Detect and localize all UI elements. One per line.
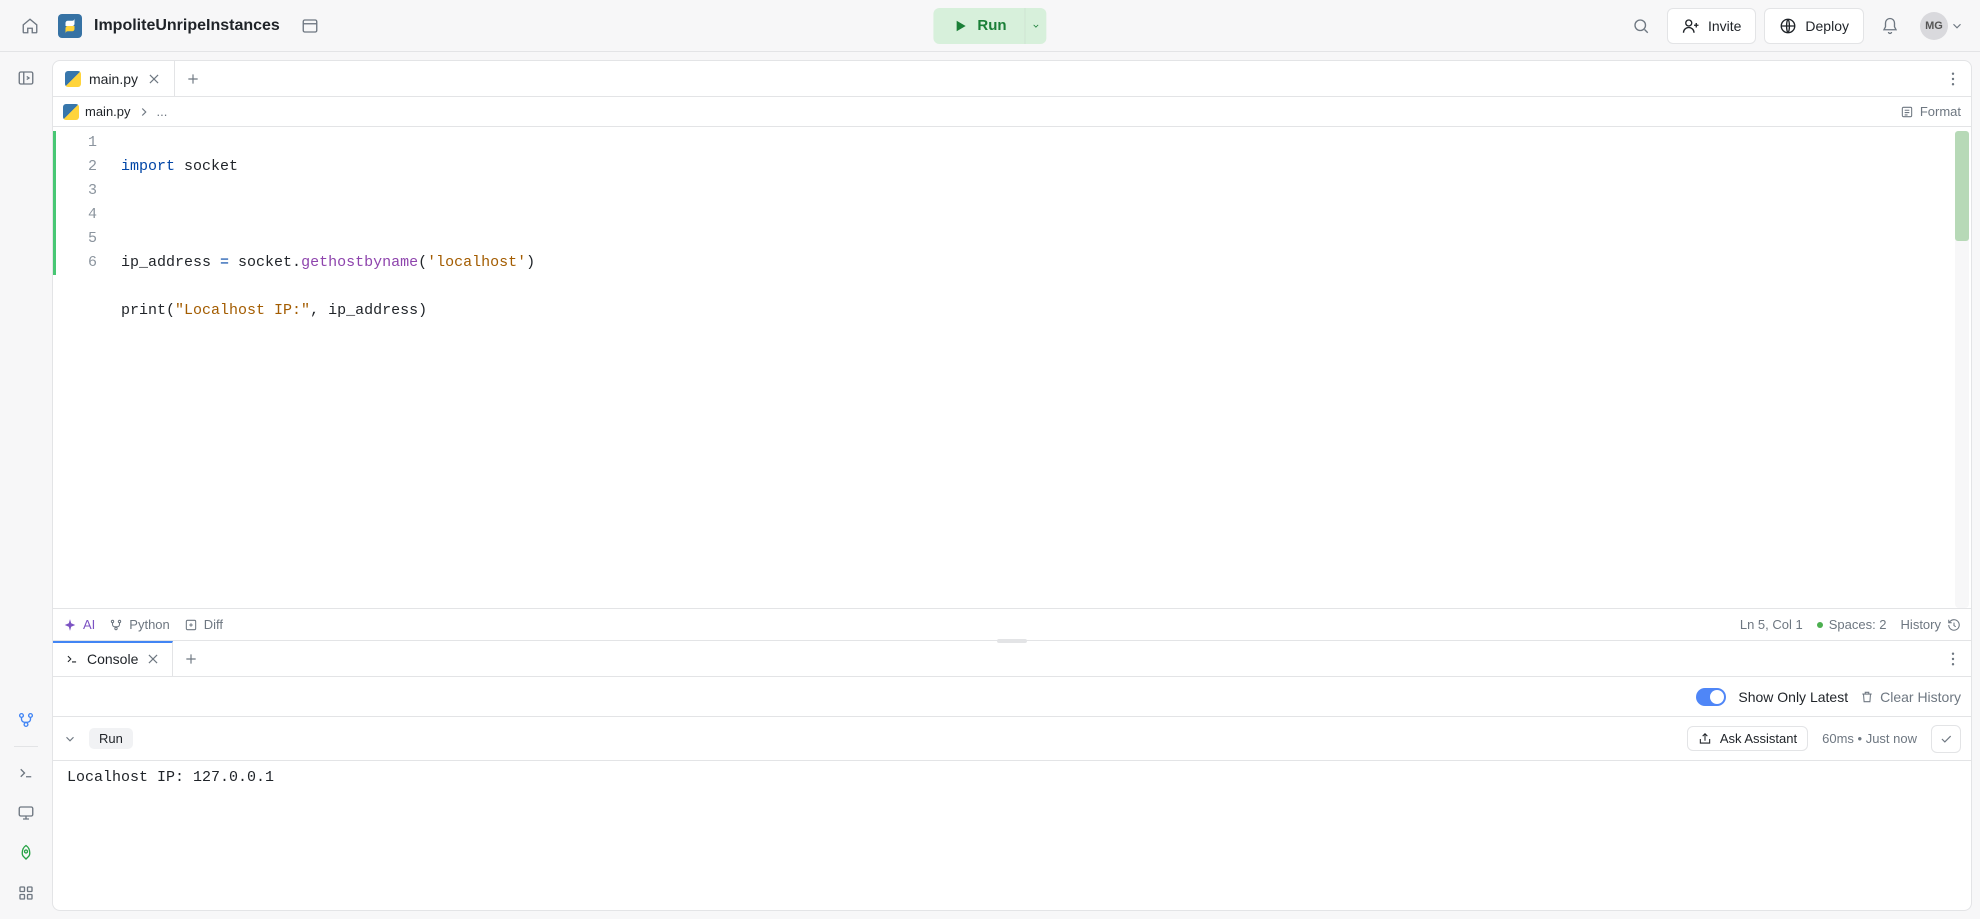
rail-git-button[interactable] (8, 702, 44, 738)
invite-label: Invite (1708, 18, 1741, 34)
search-icon (1632, 17, 1650, 35)
code-editor[interactable]: import socket ip_address = socket.gethos… (107, 127, 1955, 608)
console-tab-label: Console (87, 651, 138, 667)
apps-grid-icon (17, 884, 35, 902)
new-tab-button[interactable] (175, 61, 211, 97)
deploy-button[interactable]: Deploy (1764, 8, 1864, 44)
sparkle-icon (63, 618, 77, 632)
crumb-filename[interactable]: main.py (85, 104, 131, 119)
python-icon (63, 104, 79, 120)
more-vertical-icon (1944, 650, 1962, 668)
deploy-label: Deploy (1805, 18, 1849, 34)
show-only-latest-toggle[interactable] (1696, 688, 1726, 706)
tab-filename: main.py (89, 71, 138, 87)
plus-icon (184, 652, 198, 666)
editor-statusbar: AI Python Diff Ln 5, Col 1 Spaces: 2 His… (53, 608, 1971, 640)
plus-icon (186, 72, 200, 86)
editor-tab[interactable]: main.py (53, 61, 175, 96)
close-icon (147, 72, 161, 86)
share-icon (1698, 732, 1712, 746)
sidebar-toggle-icon (17, 69, 35, 87)
format-label: Format (1920, 104, 1961, 119)
close-console-tab[interactable] (146, 652, 160, 666)
chevron-down-icon (1950, 19, 1964, 33)
show-only-latest-label: Show Only Latest (1738, 689, 1848, 705)
account-menu[interactable]: MG (1916, 10, 1968, 42)
search-button[interactable] (1623, 8, 1659, 44)
language-logo (58, 14, 82, 38)
diff-icon (184, 618, 198, 632)
run-badge: Run (89, 728, 133, 749)
status-diff[interactable]: Diff (184, 617, 223, 632)
toggle-sidebar-button[interactable] (8, 60, 44, 96)
invite-icon (1682, 17, 1700, 35)
status-python[interactable]: Python (109, 617, 169, 632)
chevron-down-icon (1032, 19, 1041, 33)
tab-overflow-button[interactable] (1935, 61, 1971, 97)
home-icon (21, 17, 39, 35)
git-branch-icon (17, 711, 35, 729)
avatar: MG (1920, 12, 1948, 40)
run-menu-button[interactable] (1025, 8, 1047, 44)
minimap[interactable] (1955, 131, 1969, 608)
pane-resize-handle[interactable] (52, 638, 1972, 644)
invite-button[interactable]: Invite (1667, 8, 1756, 44)
accept-run-button[interactable] (1931, 725, 1961, 753)
new-console-tab-button[interactable] (173, 641, 209, 677)
play-icon (951, 17, 969, 35)
python-icon (65, 71, 81, 87)
console-tab[interactable]: Console (53, 641, 173, 676)
left-rail (0, 52, 52, 919)
run-row: Run Ask Assistant 60ms • Just now (53, 717, 1971, 761)
history-icon (1947, 618, 1961, 632)
console-tabbar: Console (53, 641, 1971, 677)
console-toolbar: Show Only Latest Clear History (53, 677, 1971, 717)
rocket-icon (17, 844, 35, 862)
check-icon (1939, 732, 1953, 746)
rail-preview-button[interactable] (8, 795, 44, 831)
branch-icon (109, 618, 123, 632)
run-button[interactable]: Run (933, 8, 1024, 44)
status-ai[interactable]: AI (63, 617, 95, 632)
console-overflow-button[interactable] (1935, 641, 1971, 677)
run-label: Run (977, 17, 1006, 34)
rail-apps-button[interactable] (8, 875, 44, 911)
rail-deploy-button[interactable] (8, 835, 44, 871)
status-lncol[interactable]: Ln 5, Col 1 (1740, 617, 1803, 632)
open-pane-icon (301, 17, 319, 35)
status-dot-icon (1817, 622, 1823, 628)
status-history[interactable]: History (1901, 617, 1961, 632)
editor-tabbar: main.py (53, 61, 1971, 97)
terminal-icon (65, 652, 79, 666)
clear-history-button[interactable]: Clear History (1860, 689, 1961, 705)
chevron-down-icon[interactable] (63, 732, 77, 746)
breadcrumb: main.py ... Format (53, 97, 1971, 127)
home-button[interactable] (12, 8, 48, 44)
notifications-button[interactable] (1872, 8, 1908, 44)
close-icon (146, 652, 160, 666)
rail-shell-button[interactable] (8, 755, 44, 791)
repl-name[interactable]: ImpoliteUnripeInstances (92, 13, 282, 39)
trash-icon (1860, 690, 1874, 704)
minimap-thumb[interactable] (1955, 131, 1969, 241)
status-spaces[interactable]: Spaces: 2 (1829, 617, 1887, 632)
ask-assistant-button[interactable]: Ask Assistant (1687, 726, 1808, 751)
format-button[interactable]: Format (1900, 104, 1961, 119)
deploy-icon (1779, 17, 1797, 35)
editor-pane: main.py main.py . (52, 60, 1972, 641)
python-icon (61, 17, 79, 35)
repl-settings-button[interactable] (292, 8, 328, 44)
chevron-right-icon (137, 105, 151, 119)
close-tab-button[interactable] (146, 71, 162, 87)
line-gutter: 1 2 3 4 5 6 (53, 127, 107, 608)
run-timing: 60ms • Just now (1822, 731, 1917, 746)
console-pane: Console Show Only Latest (52, 641, 1972, 911)
crumb-rest: ... (157, 104, 168, 119)
bell-icon (1881, 17, 1899, 35)
console-output[interactable]: Localhost IP: 127.0.0.1 (53, 761, 1971, 910)
more-vertical-icon (1944, 70, 1962, 88)
monitor-icon (17, 804, 35, 822)
format-icon (1900, 105, 1914, 119)
terminal-icon (17, 764, 35, 782)
